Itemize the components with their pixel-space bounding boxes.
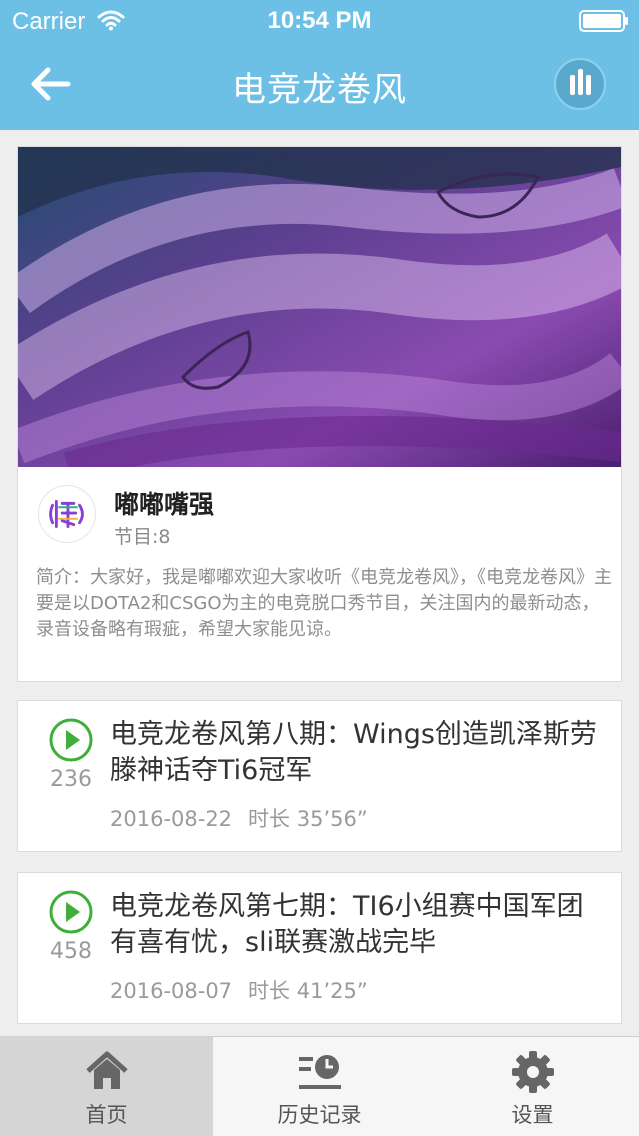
episode-duration: 时长 35’56” xyxy=(248,807,368,831)
tab-settings[interactable]: 设置 xyxy=(426,1037,639,1136)
tab-bar: 首页 历史记录 设置 xyxy=(0,1036,639,1136)
top-bar: Carrier 10:54 PM 电竞龙卷风 xyxy=(0,0,639,130)
profile-card: 嘟嘟嘴强 节目:8 简介：大家好，我是嘟嘟欢迎大家收听《电竞龙卷风》，《电竞龙卷… xyxy=(17,146,622,682)
tab-label: 设置 xyxy=(511,1103,554,1127)
play-count: 236 xyxy=(50,767,92,792)
tab-history[interactable]: 历史记录 xyxy=(213,1037,426,1136)
history-icon xyxy=(298,1055,341,1089)
status-bar: Carrier 10:54 PM xyxy=(0,0,639,42)
tab-label: 历史记录 xyxy=(277,1103,362,1127)
gear-icon xyxy=(511,1051,554,1093)
program-intro: 简介：大家好，我是嘟嘟欢迎大家收听《电竞龙卷风》，《电竞龙卷风》主要是以DOTA… xyxy=(36,567,612,640)
episode-item[interactable]: 236 电竞龙卷风第八期：Wings创造凯泽斯劳滕神话夺Ti6冠军 2016-0… xyxy=(17,700,622,852)
tab-label: 首页 xyxy=(85,1103,128,1127)
episode-meta: 2016-08-22 时长 35’56” xyxy=(110,803,368,833)
episode-date: 2016-08-22 xyxy=(110,807,233,831)
play-count: 458 xyxy=(50,939,92,964)
cover-image xyxy=(18,147,621,467)
episode-count: 节目:8 xyxy=(114,526,171,548)
home-icon xyxy=(85,1051,128,1089)
episode-date: 2016-08-07 xyxy=(110,979,233,1003)
host-name: 嘟嘟嘴强 xyxy=(114,490,215,519)
episode-meta: 2016-08-07 时长 41’25” xyxy=(110,975,368,1005)
battery-icon xyxy=(579,10,628,32)
nav-bar: 电竞龙卷风 xyxy=(0,42,639,130)
play-icon[interactable] xyxy=(48,889,94,935)
bar-chart-icon-bar xyxy=(586,75,591,95)
episode-title[interactable]: 电竞龙卷风第七期：TI6小组赛中国军团有喜有忧，sli联赛激战完毕 xyxy=(110,889,610,961)
bar-chart-icon-bar xyxy=(578,69,583,95)
episode-item[interactable]: 458 电竞龙卷风第七期：TI6小组赛中国军团有喜有忧，sli联赛激战完毕 20… xyxy=(17,872,622,1024)
tab-home[interactable]: 首页 xyxy=(0,1037,213,1136)
stats-button[interactable] xyxy=(554,58,606,110)
page-title: 电竞龙卷风 xyxy=(232,70,407,110)
status-time: 10:54 PM xyxy=(267,7,372,34)
episode-title[interactable]: 电竞龙卷风第八期：Wings创造凯泽斯劳滕神话夺Ti6冠军 xyxy=(110,717,610,789)
avatar[interactable] xyxy=(38,485,96,543)
episode-duration: 时长 41’25” xyxy=(248,979,368,1003)
bar-chart-icon-bar xyxy=(570,75,575,95)
play-icon[interactable] xyxy=(48,717,94,763)
